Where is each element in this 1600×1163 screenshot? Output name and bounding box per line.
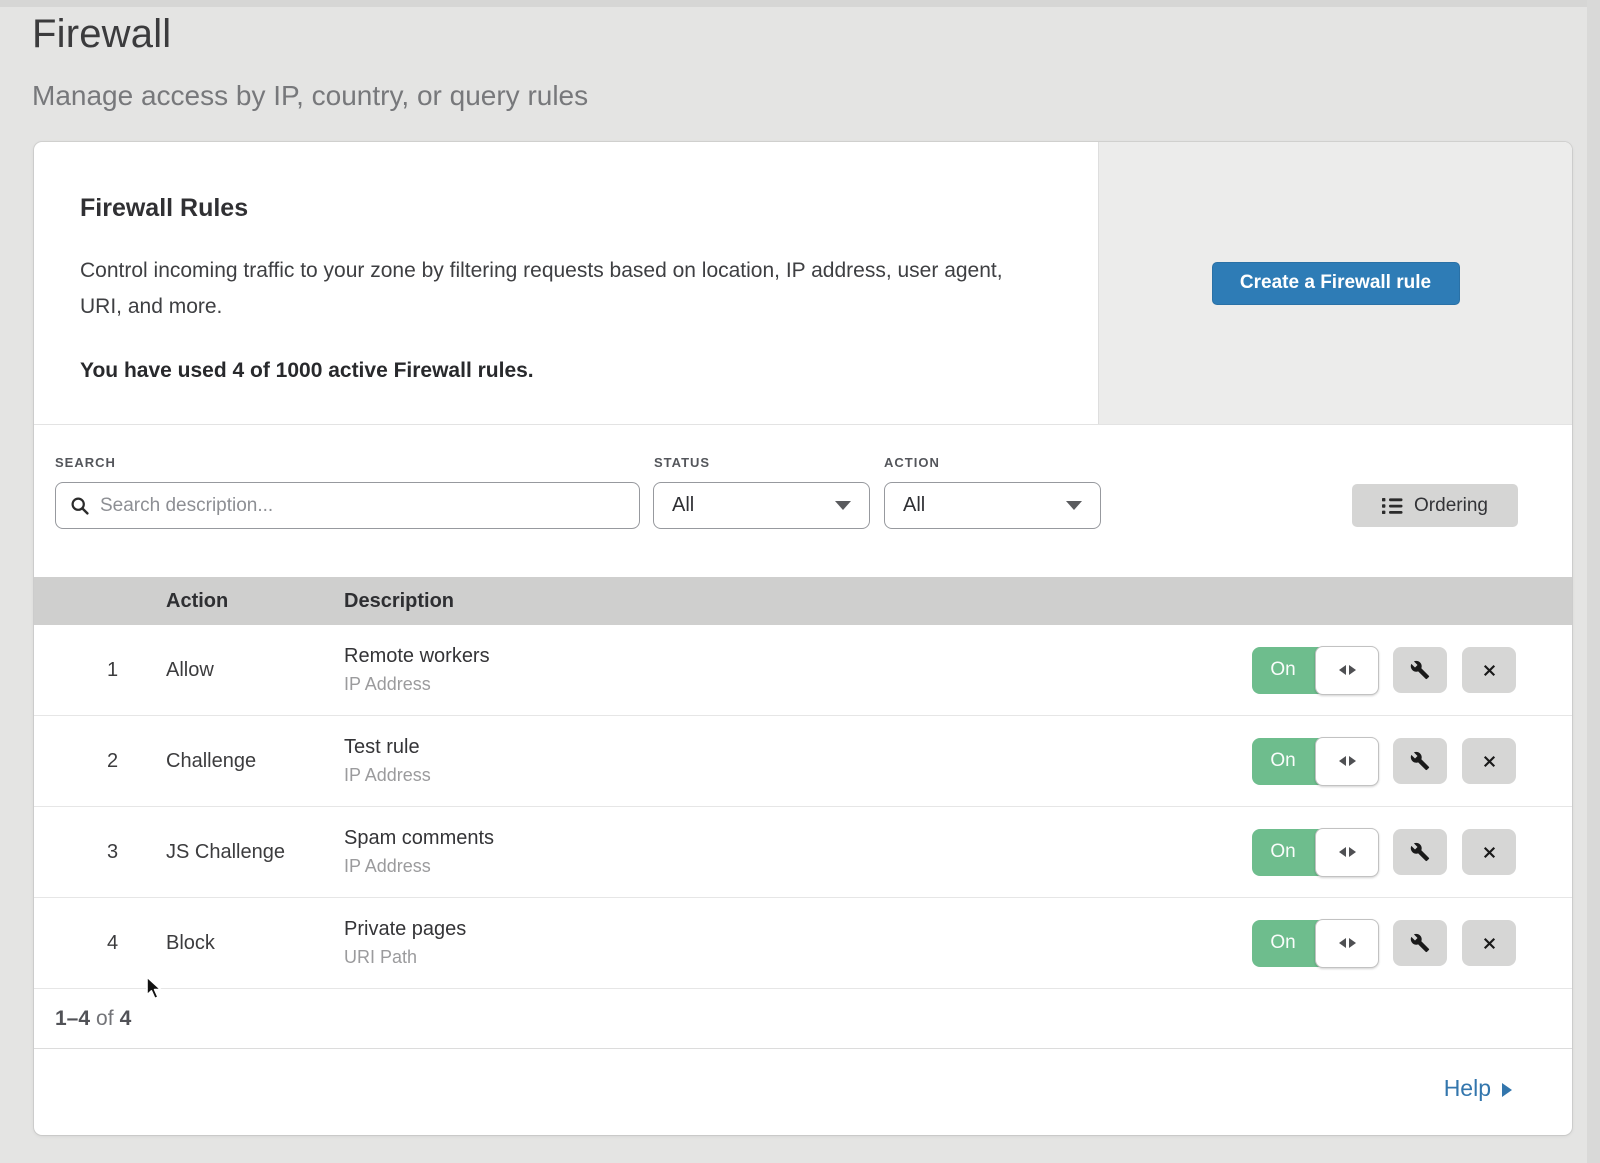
edit-rule-button[interactable] [1393, 738, 1447, 784]
rule-description: Private pages [344, 918, 1252, 941]
rule-description-cell: Private pages URI Path [344, 918, 1252, 968]
toggle-state-label: On [1252, 920, 1314, 967]
pagination-range: 1–4 [55, 1007, 90, 1031]
rule-match-type: IP Address [344, 765, 1252, 786]
pagination-status: 1–4 of 4 [34, 989, 1572, 1049]
status-label: STATUS [654, 455, 710, 470]
toggle-state-label: On [1252, 829, 1314, 876]
rule-enabled-toggle[interactable]: On [1252, 738, 1378, 785]
filters-bar: SEARCH STATUS All ACTION All [34, 425, 1572, 577]
rule-action: Allow [166, 659, 344, 682]
rule-controls: On [1252, 920, 1516, 967]
rule-description: Spam comments [344, 827, 1252, 850]
action-selected-value: All [903, 494, 925, 517]
close-icon [1480, 934, 1499, 953]
ordering-list-icon [1382, 497, 1403, 515]
delete-rule-button[interactable] [1462, 647, 1516, 693]
rule-controls: On [1252, 647, 1516, 694]
close-icon [1480, 661, 1499, 680]
search-icon [70, 496, 90, 516]
action-label: ACTION [884, 455, 940, 470]
delete-rule-button[interactable] [1462, 738, 1516, 784]
status-selected-value: All [672, 494, 694, 517]
toggle-arrows-icon [1315, 828, 1379, 877]
rule-priority: 2 [34, 750, 166, 773]
wrench-icon [1410, 933, 1430, 953]
card-footer: Help [34, 1049, 1572, 1133]
search-input[interactable] [100, 495, 639, 517]
rule-description-cell: Spam comments IP Address [344, 827, 1252, 877]
ordering-button-label: Ordering [1414, 495, 1488, 517]
status-select[interactable]: All [653, 482, 870, 529]
toggle-state-label: On [1252, 738, 1314, 785]
rule-description: Remote workers [344, 645, 1252, 668]
edit-rule-button[interactable] [1393, 920, 1447, 966]
help-link[interactable]: Help [1444, 1075, 1512, 1102]
rule-controls: On [1252, 738, 1516, 785]
toggle-arrows-icon [1315, 646, 1379, 695]
rule-description: Test rule [344, 736, 1252, 759]
window-right-edge [1587, 0, 1600, 1163]
help-arrow-icon [1502, 1083, 1512, 1097]
create-firewall-rule-button[interactable]: Create a Firewall rule [1212, 262, 1460, 305]
rules-intro-text: Firewall Rules Control incoming traffic … [34, 142, 1098, 424]
wrench-icon [1410, 751, 1430, 771]
rule-description-cell: Test rule IP Address [344, 736, 1252, 786]
edit-rule-button[interactable] [1393, 647, 1447, 693]
table-row: 4 Block Private pages URI Path On [34, 898, 1572, 989]
help-link-label: Help [1444, 1075, 1491, 1102]
rule-enabled-toggle[interactable]: On [1252, 829, 1378, 876]
action-select[interactable]: All [884, 482, 1101, 529]
rule-priority: 1 [34, 659, 166, 682]
table-row: 3 JS Challenge Spam comments IP Address … [34, 807, 1572, 898]
window-top-edge [0, 0, 1600, 7]
column-header-action: Action [166, 590, 344, 613]
rules-intro-section: Firewall Rules Control incoming traffic … [34, 142, 1572, 425]
rule-controls: On [1252, 829, 1516, 876]
rule-action: JS Challenge [166, 841, 344, 864]
search-field[interactable] [55, 482, 640, 529]
caret-down-icon [1066, 501, 1082, 510]
rule-priority: 4 [34, 932, 166, 955]
delete-rule-button[interactable] [1462, 829, 1516, 875]
rule-action: Block [166, 932, 344, 955]
table-header: Action Description [34, 577, 1572, 625]
edit-rule-button[interactable] [1393, 829, 1447, 875]
table-row: 2 Challenge Test rule IP Address On [34, 716, 1572, 807]
firewall-rules-card: Firewall Rules Control incoming traffic … [34, 142, 1572, 1135]
toggle-arrows-icon [1315, 737, 1379, 786]
delete-rule-button[interactable] [1462, 920, 1516, 966]
rules-heading: Firewall Rules [80, 194, 1058, 223]
table-row: 1 Allow Remote workers IP Address On [34, 625, 1572, 716]
toggle-state-label: On [1252, 647, 1314, 694]
close-icon [1480, 752, 1499, 771]
rule-action: Challenge [166, 750, 344, 773]
wrench-icon [1410, 842, 1430, 862]
caret-down-icon [835, 501, 851, 510]
close-icon [1480, 843, 1499, 862]
pagination-of: of [96, 1007, 114, 1031]
create-rule-panel: Create a Firewall rule [1098, 142, 1572, 424]
rule-enabled-toggle[interactable]: On [1252, 920, 1378, 967]
rule-enabled-toggle[interactable]: On [1252, 647, 1378, 694]
rule-priority: 3 [34, 841, 166, 864]
column-header-description: Description [344, 590, 454, 613]
page-title: Firewall [32, 12, 171, 57]
rule-match-type: IP Address [344, 856, 1252, 877]
rule-match-type: URI Path [344, 947, 1252, 968]
rule-description-cell: Remote workers IP Address [344, 645, 1252, 695]
ordering-button[interactable]: Ordering [1352, 484, 1518, 527]
search-label: SEARCH [55, 455, 116, 470]
rule-match-type: IP Address [344, 674, 1252, 695]
wrench-icon [1410, 660, 1430, 680]
toggle-arrows-icon [1315, 919, 1379, 968]
rules-description: Control incoming traffic to your zone by… [80, 253, 1030, 325]
rules-usage-count: You have used 4 of 1000 active Firewall … [80, 359, 1058, 383]
pagination-total: 4 [120, 1007, 132, 1031]
page-subtitle: Manage access by IP, country, or query r… [32, 80, 588, 112]
